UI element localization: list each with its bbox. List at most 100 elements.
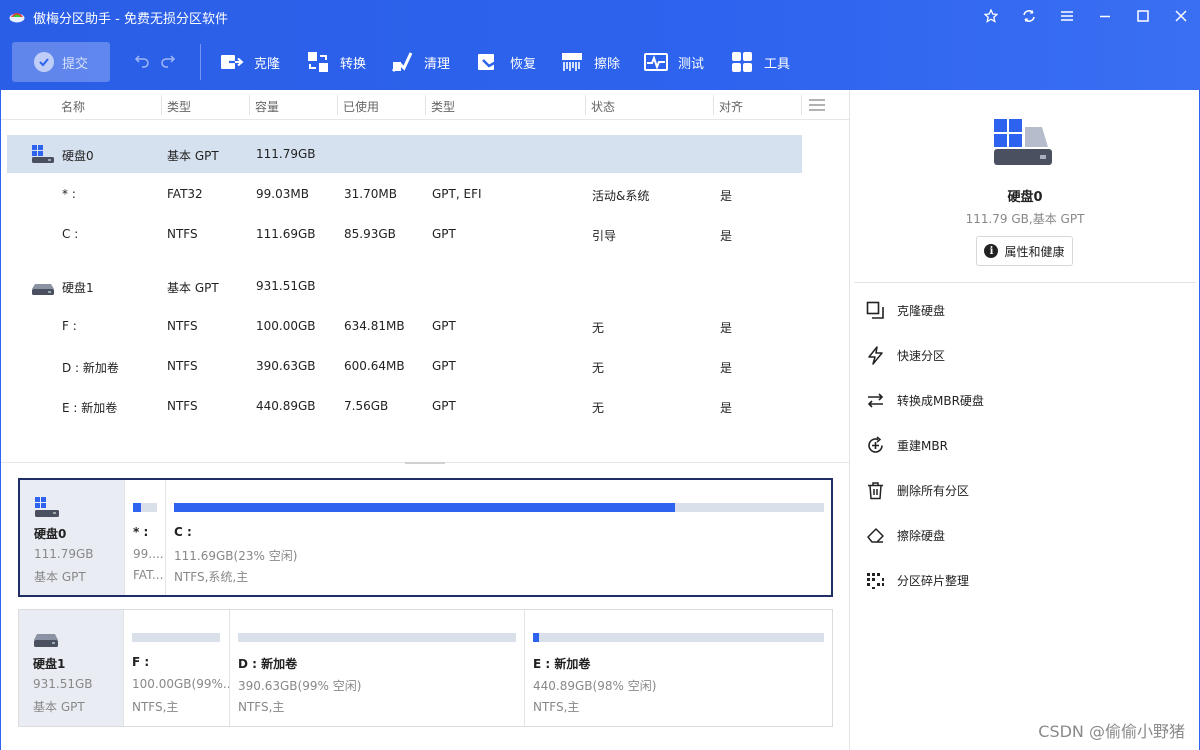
star-icon (984, 9, 998, 23)
disk-map-partition-star[interactable]: * : 99.... FAT... (124, 480, 165, 595)
row-capacity: 99.03MB (256, 187, 309, 201)
row-used: 85.93GB (344, 227, 396, 241)
selected-disk-name: 硬盘0 (1007, 190, 1043, 205)
submit-label: 提交 (61, 56, 88, 72)
maximize-button[interactable] (1124, 0, 1162, 32)
disk-map-type: 基本 GPT (34, 570, 86, 584)
column-name[interactable]: 名称 (61, 98, 85, 115)
column-settings-icon[interactable] (809, 99, 825, 111)
row-capacity: 440.89GB (256, 399, 316, 413)
resize-grip[interactable] (405, 462, 445, 464)
disk-icon (32, 284, 54, 295)
usage-bar (174, 503, 824, 512)
op-delete-all-partitions[interactable]: 删除所有分区 (866, 477, 969, 503)
table-row-partition-c[interactable]: C : NTFS 111.69GB 85.93GB GPT 引导 是 (7, 215, 802, 253)
maximize-icon (1137, 10, 1149, 22)
row-used: 600.64MB (344, 359, 405, 373)
menu-button[interactable] (1048, 0, 1086, 32)
row-type: NTFS (167, 359, 198, 373)
partition-size: 100.00GB(99%... (132, 677, 229, 691)
table-row-partition-d[interactable]: D : 新加卷 NTFS 390.63GB 600.64MB GPT 无 是 (7, 347, 802, 385)
app-title: 傲梅分区助手 - 免费无损分区软件 (33, 12, 228, 27)
column-separator[interactable] (585, 95, 586, 115)
minimize-button[interactable] (1086, 0, 1124, 32)
op-rebuild-mbr[interactable]: 重建MBR (866, 432, 948, 458)
row-status: 引导 (592, 229, 617, 243)
table-row-partition-star[interactable]: * : FAT32 99.03MB 31.70MB GPT, EFI 活动&系统… (7, 175, 802, 213)
row-status: 活动&系统 (592, 189, 650, 203)
convert-arrows-icon (867, 392, 884, 408)
disk-map-type: 基本 GPT (33, 700, 85, 714)
toolbar-recover-button[interactable]: 恢复 (476, 48, 536, 76)
table-row-partition-e[interactable]: E : 新加卷 NTFS 440.89GB 7.56GB GPT 无 是 (7, 387, 802, 425)
op-convert-mbr[interactable]: 转换成MBR硬盘 (866, 387, 984, 413)
column-align[interactable]: 对齐 (719, 98, 743, 115)
toolbar-tools-button[interactable]: 工具 (730, 48, 790, 76)
usage-bar (238, 633, 516, 642)
usage-bar (133, 503, 157, 512)
wipe-icon (562, 53, 582, 71)
partition-name: * : (133, 525, 149, 539)
partition-type: NTFS,系统,主 (174, 570, 249, 584)
disk-map-partition-f[interactable]: F : 100.00GB(99%... NTFS,主 (123, 610, 229, 726)
table-row-disk1[interactable]: 硬盘1 基本 GPT 931.51GB (7, 267, 802, 305)
trash-icon (868, 481, 883, 499)
table-row-disk0[interactable]: 硬盘0 基本 GPT 111.79GB (7, 135, 802, 173)
disk-map-name: 硬盘0 (34, 527, 67, 541)
row-fs-type: GPT, EFI (432, 187, 482, 201)
row-capacity: 931.51GB (256, 279, 316, 293)
redo-icon[interactable] (160, 52, 176, 68)
op-quick-partition[interactable]: 快速分区 (866, 342, 945, 368)
disk-map-partition-d[interactable]: D : 新加卷 390.63GB(99% 空闲) NTFS,主 (229, 610, 524, 726)
refresh-button[interactable] (1010, 0, 1048, 32)
selected-disk-info: 111.79 GB,基本 GPT (965, 212, 1085, 226)
column-separator[interactable] (337, 95, 338, 115)
row-type: 基本 GPT (167, 149, 219, 163)
toolbar-clone-button[interactable]: 克隆 (220, 48, 280, 76)
favorite-button[interactable] (972, 0, 1010, 32)
table-row-partition-f[interactable]: F : NTFS 100.00GB 634.81MB GPT 无 是 (7, 307, 802, 345)
toolbar-cleanup-label: 清理 (424, 56, 451, 72)
defrag-icon (867, 572, 884, 589)
toolbar-test-button[interactable]: 测试 (644, 48, 704, 76)
watermark-text: CSDN @偷偷小野猪 (1038, 722, 1185, 741)
partition-type: NTFS,主 (132, 700, 179, 714)
column-used[interactable]: 已使用 (343, 98, 379, 115)
row-used: 634.81MB (344, 319, 405, 333)
disk-map-name: 硬盘1 (33, 657, 66, 671)
toolbar-wipe-button[interactable]: 擦除 (560, 48, 620, 76)
toolbar-test-label: 测试 (678, 56, 705, 72)
op-defrag[interactable]: 分区碎片整理 (866, 567, 969, 593)
column-separator[interactable] (249, 95, 250, 115)
toolbar-cleanup-button[interactable]: 清理 (390, 48, 450, 76)
close-icon (1175, 10, 1187, 22)
partition-size: 99.... (133, 547, 164, 561)
disk-map-disk1-info: 硬盘1 931.51GB 基本 GPT (19, 610, 123, 726)
toolbar-recover-label: 恢复 (510, 56, 537, 72)
column-separator[interactable] (801, 95, 802, 115)
disk-map-disk1[interactable]: 硬盘1 931.51GB 基本 GPT F : 100.00GB(99%... … (18, 609, 833, 727)
disk-map-partition-c[interactable]: C : 111.69GB(23% 空闲) NTFS,系统,主 (165, 480, 831, 595)
op-label: 快速分区 (897, 348, 946, 363)
op-clone-disk[interactable]: 克隆硬盘 (866, 297, 945, 323)
column-fs-type[interactable]: 类型 (431, 98, 455, 115)
disk-map-disk0[interactable]: 硬盘0 111.79GB 基本 GPT * : 99.... FAT... C … (18, 478, 833, 597)
column-status[interactable]: 状态 (591, 98, 615, 115)
properties-health-button[interactable]: i 属性和健康 (976, 236, 1073, 266)
column-separator[interactable] (713, 95, 714, 115)
info-icon: i (984, 244, 999, 258)
column-separator[interactable] (161, 95, 162, 115)
app-logo-icon (9, 13, 25, 23)
submit-button[interactable]: 提交 (12, 42, 110, 82)
undo-icon[interactable] (134, 52, 150, 68)
column-type[interactable]: 类型 (167, 98, 191, 115)
close-button[interactable] (1162, 0, 1200, 32)
column-capacity[interactable]: 容量 (255, 98, 279, 115)
disk-map-partition-e[interactable]: E : 新加卷 440.89GB(98% 空闲) NTFS,主 (524, 610, 832, 726)
toolbar-convert-button[interactable]: 转换 (306, 48, 366, 76)
op-wipe-disk[interactable]: 擦除硬盘 (866, 522, 945, 548)
row-used: 7.56GB (344, 399, 389, 413)
column-separator[interactable] (425, 95, 426, 115)
op-label: 分区碎片整理 (897, 573, 970, 588)
row-name: C : (62, 227, 79, 241)
